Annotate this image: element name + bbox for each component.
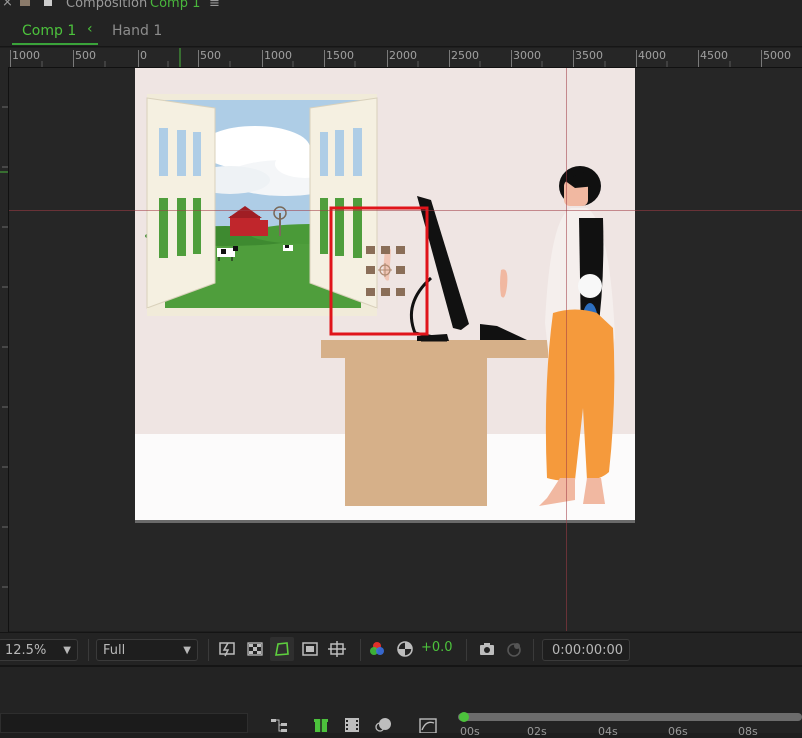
frame-blending-icon[interactable] [343, 715, 361, 733]
draft-3d-icon[interactable] [312, 715, 330, 733]
separator [466, 639, 467, 661]
separator [533, 639, 534, 661]
resolution-value: Full [103, 643, 126, 658]
ruler-label: 500 [200, 49, 221, 62]
zoom-value: 12.5% [5, 643, 47, 658]
chevron-down-icon: ▼ [183, 645, 191, 656]
active-tab-indicator [12, 43, 98, 45]
exposure-value[interactable]: +0.0 [421, 640, 453, 655]
tab-hand-1[interactable]: Hand 1 [112, 23, 162, 39]
ruler-label: 3500 [575, 49, 603, 62]
ruler-label: 4500 [700, 49, 728, 62]
ruler-label: 1500 [326, 49, 354, 62]
viewer-toolbar: 12.5% ▼ Full ▼ +0.0 0:00:00:00 [0, 632, 802, 665]
time-ruler-label: 06s [668, 725, 688, 738]
mask-path-icon [275, 642, 289, 656]
time-ruler-label: 04s [598, 725, 618, 738]
ruler-label: 2000 [389, 49, 417, 62]
panel-menu-icon[interactable]: ≡ [209, 0, 220, 11]
layer-search-field[interactable] [0, 713, 248, 733]
show-snapshot-icon[interactable] [505, 640, 523, 658]
zoom-dropdown[interactable]: 12.5% ▼ [0, 639, 78, 661]
ruler-label: 4000 [638, 49, 666, 62]
ruler-left-ticks [0, 106, 8, 588]
lock-icon[interactable] [20, 0, 30, 6]
time-ruler-label: 00s [460, 725, 480, 738]
ruler-label: 1000 [12, 49, 40, 62]
graph-editor-icon[interactable] [418, 715, 438, 733]
grid-guides-icon[interactable] [328, 640, 346, 658]
separator [88, 639, 89, 661]
guide-horizontal[interactable] [9, 210, 802, 211]
camera-snapshot-icon[interactable] [478, 640, 496, 658]
ruler-label: 500 [75, 49, 96, 62]
window-illustration [145, 94, 378, 316]
tab-bar: Comp 1 ‹ Hand 1 [0, 18, 802, 47]
person-illustration [539, 166, 615, 506]
mask-toggle-button[interactable] [270, 637, 294, 661]
transparency-grid-icon[interactable] [246, 640, 264, 658]
ruler-top[interactable]: 1000 500 0 500 1000 1500 2000 2500 3000 … [0, 48, 802, 68]
panel-title-comp[interactable]: Comp 1 [150, 0, 200, 11]
composition-flowchart-icon[interactable] [270, 715, 288, 733]
comp-bottom-edge [135, 520, 635, 523]
time-ruler-label: 08s [738, 725, 758, 738]
title-safe-icon[interactable] [301, 640, 319, 658]
composition-icon [44, 0, 52, 6]
tab-comp-1[interactable]: Comp 1 [22, 23, 76, 39]
hand-illustration [500, 269, 508, 298]
composition-frame[interactable] [135, 68, 635, 522]
panel-header: × Composition Comp 1 ≡ [0, 0, 802, 18]
timeline-panel: 00s 02s 04s 06s 08s [0, 665, 802, 738]
guide-vertical[interactable] [566, 68, 567, 631]
time-navigator-bar[interactable] [458, 713, 802, 721]
channel-rgb-icon[interactable] [368, 640, 386, 658]
fast-previews-icon[interactable] [218, 640, 236, 658]
ruler-left[interactable] [0, 67, 9, 632]
time-ruler-label: 02s [527, 725, 547, 738]
timecode-value: 0:00:00:00 [552, 643, 624, 658]
resolution-dropdown[interactable]: Full ▼ [96, 639, 198, 661]
chevron-down-icon: ▼ [63, 645, 71, 656]
ruler-label: 1000 [264, 49, 292, 62]
ruler-label: 5000 [763, 49, 791, 62]
ruler-label: 3000 [513, 49, 541, 62]
ruler-label: 0 [140, 49, 147, 62]
separator [208, 639, 209, 661]
monitor-illustration [409, 196, 527, 342]
chevron-left-icon[interactable]: ‹ [87, 21, 93, 37]
reset-exposure-icon[interactable] [396, 640, 414, 658]
ruler-label: 2500 [451, 49, 479, 62]
separator [360, 639, 361, 661]
close-icon[interactable]: × [2, 0, 13, 10]
panel-title-label: Composition [66, 0, 148, 11]
scene-illustration [135, 94, 635, 522]
current-time-display[interactable]: 0:00:00:00 [542, 639, 630, 661]
motion-blur-icon[interactable] [375, 715, 393, 733]
time-navigator-start-handle[interactable] [459, 712, 469, 722]
